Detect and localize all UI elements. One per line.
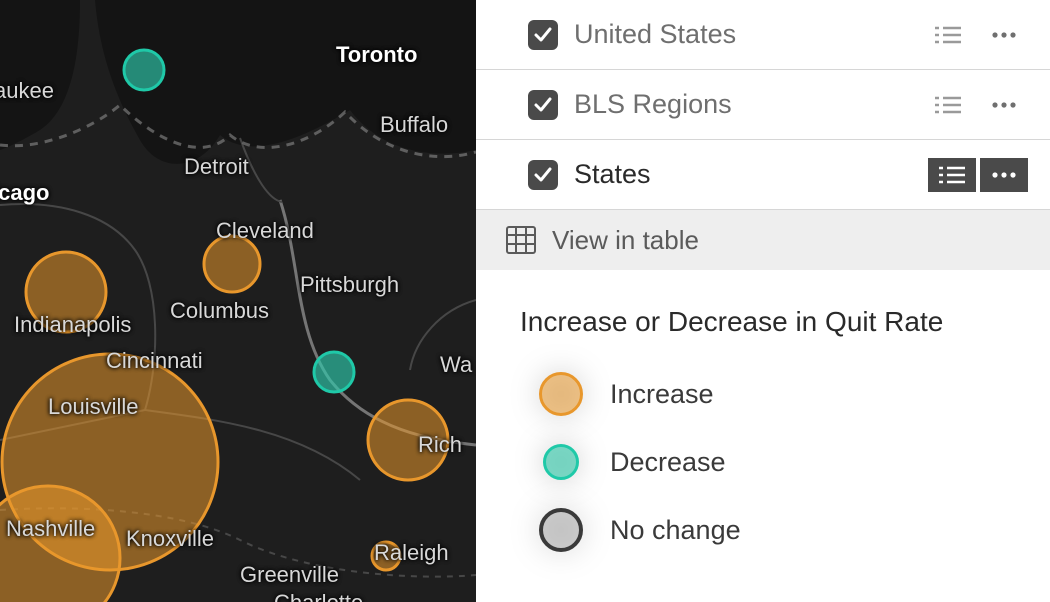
legend-label-nochange: No change xyxy=(610,515,741,546)
city-label-buffalo: Buffalo xyxy=(380,112,448,138)
city-label-washington: Wa xyxy=(440,352,472,378)
city-label-richmond: Rich xyxy=(418,432,462,458)
city-label-knoxville: Knoxville xyxy=(126,526,214,552)
legend-toggle-icon[interactable] xyxy=(924,18,972,52)
app-root: Toronto aukee Buffalo Detroit icago Cleveland… xyxy=(0,0,1050,602)
city-label-charlotte: Charlotte xyxy=(274,590,363,602)
layer-row-us[interactable]: United States xyxy=(476,0,1050,70)
legend-toggle-icon[interactable] xyxy=(924,88,972,122)
legend-toggle-icon[interactable] xyxy=(928,158,976,192)
layer-label-regions: BLS Regions xyxy=(574,89,916,120)
table-icon xyxy=(506,226,536,254)
legend-swatch-decrease xyxy=(543,444,579,480)
city-label-indianapolis: Indianapolis xyxy=(14,312,131,338)
more-options-icon[interactable] xyxy=(980,18,1028,52)
more-options-icon[interactable] xyxy=(980,88,1028,122)
city-label-cleveland: Cleveland xyxy=(216,218,314,244)
city-label-chicago: icago xyxy=(0,180,49,206)
city-label-milwaukee: aukee xyxy=(0,78,54,104)
view-in-table-label: View in table xyxy=(552,225,699,256)
legend-swatch-increase xyxy=(539,372,583,416)
layer-checkbox-us[interactable] xyxy=(528,20,558,50)
map-bubble-oh[interactable] xyxy=(204,236,260,292)
map-bubble-wv-teal[interactable] xyxy=(314,352,354,392)
city-label-raleigh: Raleigh xyxy=(374,540,449,566)
city-label-cincinnati: Cincinnati xyxy=(106,348,203,374)
city-label-nashville: Nashville xyxy=(6,516,95,542)
layer-checkbox-regions[interactable] xyxy=(528,90,558,120)
legend-item-decrease: Decrease xyxy=(520,428,1050,496)
legend-label-increase: Increase xyxy=(610,379,714,410)
city-label-toronto: Toronto xyxy=(336,42,417,68)
layer-checkbox-states[interactable] xyxy=(528,160,558,190)
legend: Increase or Decrease in Quit Rate Increa… xyxy=(476,270,1050,564)
legend-item-nochange: No change xyxy=(520,496,1050,564)
layer-label-us: United States xyxy=(574,19,916,50)
city-label-pittsburgh: Pittsburgh xyxy=(300,272,399,298)
map-pane[interactable]: Toronto aukee Buffalo Detroit icago Cleveland… xyxy=(0,0,476,602)
layer-row-states[interactable]: States xyxy=(476,140,1050,210)
more-options-icon[interactable] xyxy=(980,158,1028,192)
city-label-detroit: Detroit xyxy=(184,154,249,180)
legend-label-decrease: Decrease xyxy=(610,447,726,478)
side-panel: United States BLS Regions States View in t… xyxy=(476,0,1050,602)
legend-title: Increase or Decrease in Quit Rate xyxy=(520,306,1050,338)
city-label-columbus: Columbus xyxy=(170,298,269,324)
legend-swatch-nochange xyxy=(539,508,583,552)
map-bubble-nw-teal[interactable] xyxy=(124,50,164,90)
view-in-table-button[interactable]: View in table xyxy=(476,210,1050,270)
legend-item-increase: Increase xyxy=(520,360,1050,428)
layer-row-regions[interactable]: BLS Regions xyxy=(476,70,1050,140)
city-label-louisville: Louisville xyxy=(48,394,139,420)
city-label-greenville: Greenville xyxy=(240,562,339,588)
layer-label-states: States xyxy=(574,159,920,190)
